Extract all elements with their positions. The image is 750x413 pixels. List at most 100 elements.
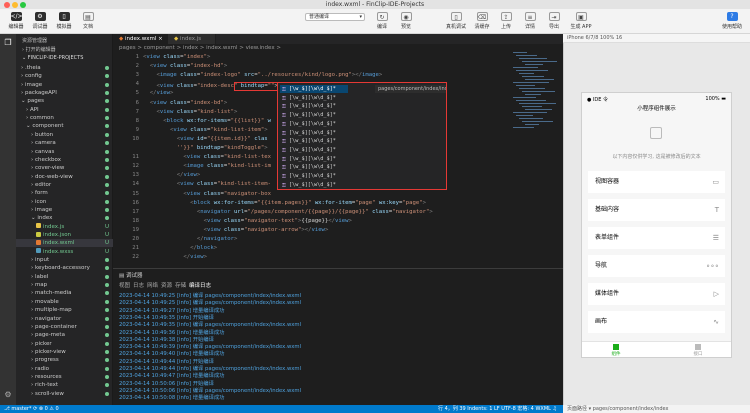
tab-compile-log[interactable]: 编译日志 [189,281,211,289]
tree-item[interactable]: › radio [16,365,113,373]
simulator-button[interactable]: ▯ 模拟器 [52,12,76,30]
list-item-view-container[interactable]: 视图容器 ▭ [588,171,725,193]
code-line[interactable]: <view class="index-hd"> [143,63,228,69]
preview-button[interactable]: ◉ 预览 [394,12,418,30]
tab-network[interactable]: 网络 [147,281,158,289]
tree-item[interactable]: › .theia [16,64,113,72]
code-line[interactable]: <view class="kind-list-tex [143,154,271,160]
autocomplete-item[interactable]: ⚿ [\w_$][\w\d_$]* [280,129,348,137]
clear-cache-button[interactable]: ⌫ 清缓存 [470,12,494,30]
autocomplete-item[interactable]: ⚿ [\w_$][\w\d_$]* [280,120,348,128]
open-editors-section[interactable]: › 打开的编辑器 [22,46,56,53]
debugger-button[interactable]: ⚙ 调试器 [28,12,52,30]
breadcrumb[interactable]: pages > component > index > index.wxml >… [113,44,563,52]
maximize-window-button[interactable] [20,2,26,8]
index-description[interactable]: 以下内容仅供学习, 这是被修改后的文本 [582,153,731,160]
tree-item[interactable]: › editor [16,181,113,189]
tree-item[interactable]: ⌄ index [16,214,113,222]
code-line[interactable]: </navigator> [143,236,237,242]
code-line[interactable]: <view class="index"> [143,54,210,60]
tree-item[interactable]: › button [16,131,113,139]
tree-item[interactable]: › icon [16,198,113,206]
tree-item[interactable]: › picker [16,340,113,348]
list-item-navigation[interactable]: 导航 ∘∘∘ [588,255,725,277]
tab-index-wxml[interactable]: ◆ index.wxml × [113,34,168,44]
code-line[interactable]: <view class="kind-list-item"> [143,127,268,133]
code-line[interactable]: </view> [143,90,174,96]
list-item-form[interactable]: 表单组件 ☰ [588,227,725,249]
code-line[interactable]: ''}}" bindtap="kindToggle"> [143,145,268,151]
tree-item[interactable]: › label [16,273,113,281]
device-selector[interactable]: iPhone 6/7/8 100% 16 [563,34,750,43]
tree-item[interactable]: › match-media [16,289,113,297]
tree-item[interactable]: › canvas [16,148,113,156]
upload-button[interactable]: ⇪ 上传 [494,12,518,30]
tree-item[interactable]: ⌄ pages [16,97,113,105]
tab-resources[interactable]: 资源 [161,281,172,289]
tree-item[interactable]: › scroll-view [16,390,113,398]
tree-item[interactable]: › doc-web-view [16,173,113,181]
list-item-canvas[interactable]: 画布 ∿ [588,311,725,333]
tree-item[interactable]: › map [16,281,113,289]
tree-item[interactable]: › image [16,206,113,214]
tab-view[interactable]: 视图 [119,281,130,289]
tree-item[interactable]: › picker-view [16,348,113,356]
project-section[interactable]: ⌄ FINCLIP-IDE-PROJECTS [22,55,83,61]
code-line[interactable]: </view> [143,172,201,178]
list-item-media[interactable]: 媒体组件 ▷ [588,283,725,305]
tabbar-component[interactable]: 组件 [596,344,636,357]
tree-item[interactable]: › checkbox [16,156,113,164]
close-window-button[interactable] [4,2,10,8]
autocomplete-item[interactable]: ⚿ [\w_$][\w\d_$]* [280,146,348,154]
tree-item[interactable]: › keyboard-accessory [16,264,113,272]
real-device-debug-button[interactable]: ▯ 真机调试 [442,12,470,30]
tree-item[interactable]: ⌄ component [16,122,113,130]
autocomplete-item[interactable]: ⚿ [\w_$][\w\d_$]* [280,172,348,180]
autocomplete-item[interactable]: ⚿ [\w_$][\w\d_$]* [280,102,348,110]
git-branch-status[interactable]: ⎇ master* ⟳ ⊗ 0 ⚠ 0 [4,405,59,413]
autocomplete-item[interactable]: ⚿ [\w_$][\w\d_$]* [280,85,348,93]
tree-item[interactable]: › input [16,256,113,264]
tab-index-js[interactable]: ◆ index.js [168,34,216,44]
autocomplete-item[interactable]: ⚿ [\w_$][\w\d_$]* [280,111,348,119]
tree-item[interactable]: › navigator [16,315,113,323]
tree-item[interactable]: › packageAPI [16,89,113,97]
tree-item[interactable]: › page-meta [16,331,113,339]
compile-button[interactable]: ↻ 编译 [370,12,394,30]
tree-item[interactable]: index.js U [16,223,113,231]
tree-item[interactable]: › movable [16,298,113,306]
code-line[interactable]: <view class="kind-list"> [143,109,237,115]
tree-item[interactable]: › progress [16,356,113,364]
export-button[interactable]: ⇥ 导出 [542,12,566,30]
tree-item[interactable]: index.wxml U [16,239,113,248]
tree-item[interactable]: › image [16,81,113,89]
tree-item[interactable]: › page-container [16,323,113,331]
autocomplete-item[interactable]: ⚿ [\w_$][\w\d_$]* [280,181,348,189]
tree-item[interactable]: › multiple-map [16,306,113,314]
list-item-basic-content[interactable]: 基础内容 T [588,199,725,221]
autocomplete-item[interactable]: ⚿ [\w_$][\w\d_$]* [280,94,348,102]
code-line[interactable]: </block> [143,245,217,251]
details-button[interactable]: ≡ 详情 [518,12,542,30]
settings-gear-icon[interactable]: ⚙ [3,390,13,400]
autocomplete-item[interactable]: ⚿ [\w_$][\w\d_$]* [280,155,348,163]
editor-button[interactable]: </> 编辑器 [4,12,28,30]
minimize-window-button[interactable] [12,2,18,8]
autocomplete-item[interactable]: ⚿ [\w_$][\w\d_$]* [280,137,348,145]
code-line[interactable]: <view class="navigator-box [143,191,271,197]
tree-item[interactable]: › API [16,106,113,114]
compile-mode-select[interactable]: 普通编译 ▾ [305,13,365,21]
code-line[interactable]: <navigator url="/pages/component/{{page}… [143,209,433,215]
tree-item[interactable]: › resources [16,373,113,381]
autocomplete-item[interactable]: ⚿ [\w_$][\w\d_$]* [280,163,348,171]
tree-item[interactable]: › cover-view [16,164,113,172]
tree-item[interactable]: › common [16,114,113,122]
tabbar-api[interactable]: 接口 [678,344,718,357]
code-line[interactable]: <block wx:for-items="{{item.pages}}" wx:… [143,200,426,206]
code-line[interactable]: <image class="index-logo" src="../resour… [143,72,382,78]
tab-log[interactable]: 日志 [133,281,144,289]
code-line[interactable]: <view class="navigator-text">{{page}}</v… [143,218,352,224]
tree-item[interactable]: › config [16,72,113,80]
editor-status[interactable]: 行 4，列 39 Indents: 1 LF UTF-8 宏格: 4 WXML … [438,405,557,413]
minimap[interactable] [513,52,557,132]
